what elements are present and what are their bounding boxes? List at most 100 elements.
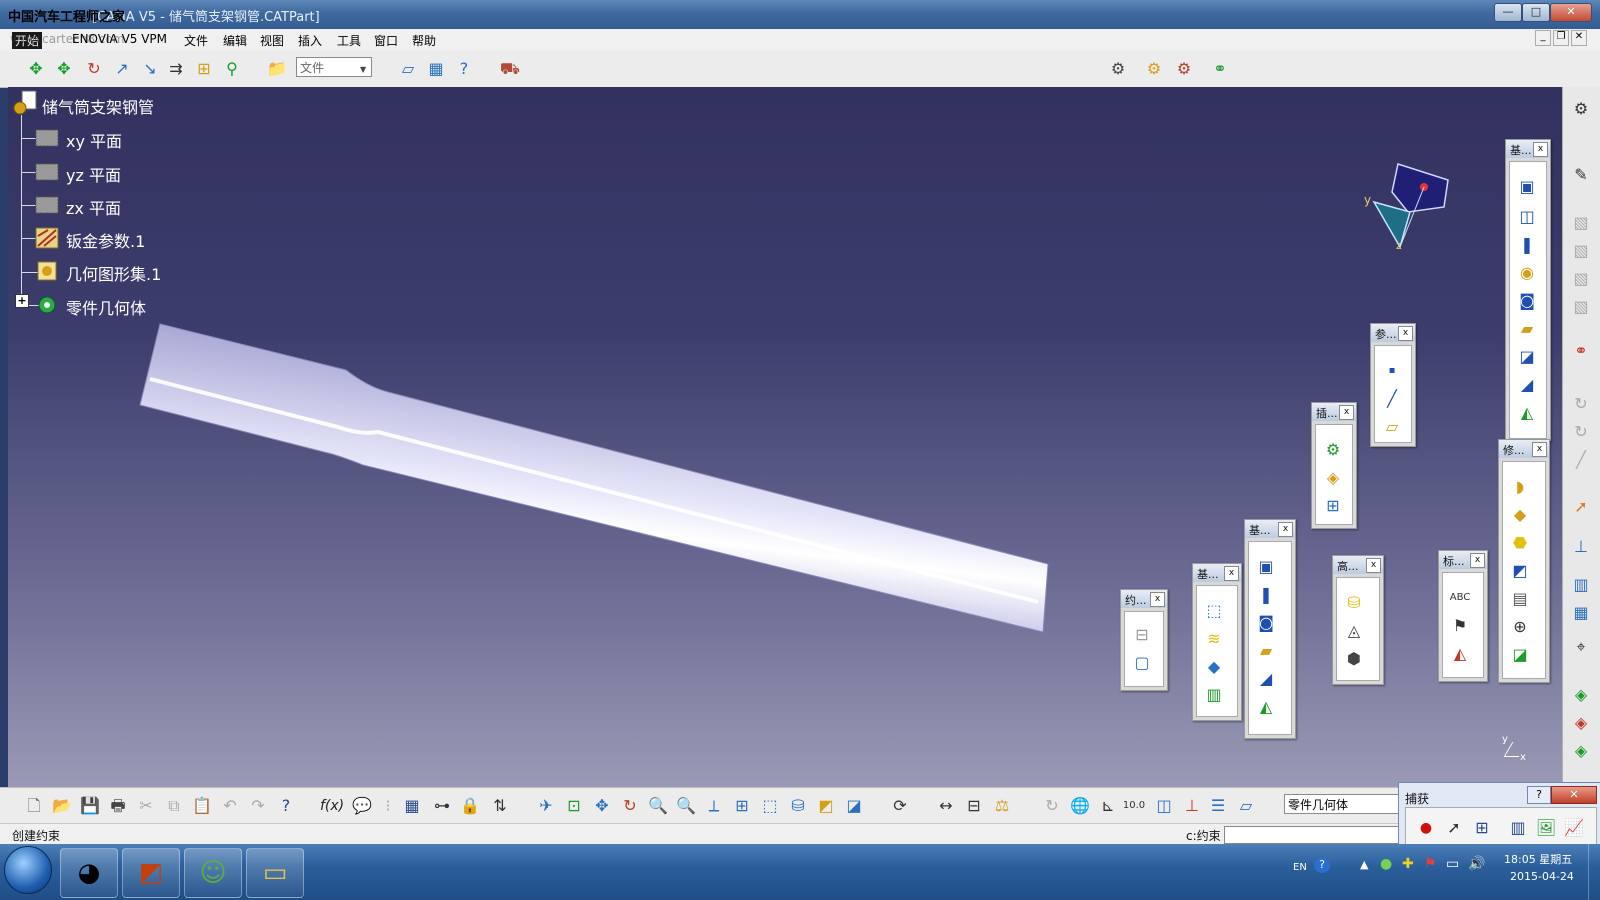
book-icon[interactable]: ▥ (1203, 684, 1225, 706)
ordered-set-icon[interactable]: ⊞ (1322, 495, 1344, 517)
pad-icon[interactable]: ▣ (1255, 556, 1277, 578)
offset-icon[interactable]: ⇉ (164, 57, 188, 81)
paste-icon[interactable]: 📋 (190, 794, 214, 818)
menu-insert[interactable]: 插入 (298, 32, 322, 49)
tree-item-geometrical-set[interactable]: 几何图形集.1 (66, 261, 161, 285)
knowledge-icon[interactable]: ⛟ (498, 57, 522, 81)
command-input[interactable] (1224, 826, 1400, 844)
loft-icon[interactable]: ◭ (1255, 696, 1277, 718)
3d-annotation-icon[interactable]: ◭ (1449, 643, 1471, 665)
plane-icon[interactable]: ▱ (1381, 416, 1403, 438)
link-icon[interactable]: ⚭ (1208, 57, 1232, 81)
shading-icon[interactable]: ⛁ (786, 794, 810, 818)
iso-view-icon[interactable]: ⬚ (758, 794, 782, 818)
assembly-icon[interactable]: ⚙ (1106, 57, 1130, 81)
tree-root-label[interactable]: 储气筒支架钢管 (42, 94, 154, 118)
plane-icon[interactable] (34, 160, 60, 184)
menu-edit[interactable]: 编辑 (223, 32, 247, 49)
layer-icon[interactable]: ◫ (1152, 794, 1176, 818)
open-folder-icon[interactable]: 📁 (265, 57, 289, 81)
constraint-display-icon[interactable]: ⊥ (1180, 794, 1204, 818)
update-icon[interactable]: ⟳ (888, 794, 912, 818)
clock-date[interactable]: 2015-04-24 (1510, 870, 1574, 883)
disabled-tool-icon[interactable]: ↻ (1569, 392, 1593, 416)
groove-icon[interactable]: ◉ (1516, 262, 1538, 284)
minimize-button[interactable]: — (1494, 3, 1522, 22)
rotate-view-icon[interactable]: ↻ (618, 794, 642, 818)
component-icon[interactable]: ⚙ (1172, 57, 1196, 81)
catalog-icon[interactable]: ▱ (396, 57, 420, 81)
measure-item-icon[interactable]: ⊟ (962, 794, 986, 818)
work-object-icon[interactable]: ▱ (1234, 794, 1258, 818)
chamfer-icon[interactable]: ◆ (1509, 504, 1531, 526)
catia-app-icon[interactable]: ◩ (122, 848, 180, 898)
cut-icon[interactable]: ✂ (134, 794, 158, 818)
palette-close-button[interactable]: x (1150, 592, 1165, 607)
3d-viewport[interactable]: 储气筒支架钢管 xy 平面 yz 平面 zx 平面 钣金参数.1 几何图形集.1… (8, 87, 1562, 787)
undo-icon[interactable]: ↶ (218, 794, 242, 818)
palette-close-button[interactable]: x (1339, 405, 1354, 420)
shell-icon[interactable]: ◩ (1509, 560, 1531, 582)
point-icon[interactable]: ▪ (1381, 360, 1403, 382)
palette-close-button[interactable]: x (1366, 558, 1381, 573)
measure-icon[interactable]: ↗ (110, 57, 134, 81)
palette-title[interactable]: 约... x (1121, 590, 1167, 608)
graph-icon[interactable]: 📈 (1562, 816, 1586, 840)
tree-item-xy-plane[interactable]: xy 平面 (66, 128, 122, 152)
repeat-icon[interactable]: ↻ (1040, 794, 1064, 818)
tree-item-part-body[interactable]: 零件几何体 (66, 295, 146, 319)
palette-title[interactable]: 插... x (1312, 403, 1356, 421)
geometrical-set-icon[interactable] (34, 259, 60, 283)
constraint-icon[interactable]: ⊟ (1131, 624, 1153, 646)
wechat-tray-icon[interactable]: ● (1380, 856, 1392, 872)
help-tray-icon[interactable]: ? (1314, 857, 1330, 873)
palette-title[interactable]: 基... x (1506, 140, 1550, 158)
formula-icon[interactable]: f(x) (320, 794, 344, 818)
pocket-icon[interactable]: ◫ (1516, 206, 1538, 228)
palette-title[interactable]: 修... x (1499, 440, 1549, 458)
axis-icon[interactable]: ⊾ (1096, 794, 1120, 818)
clock-time[interactable]: 18:05 星期五 (1504, 851, 1572, 867)
rib-icon[interactable]: ▰ (1255, 640, 1277, 662)
solid-icon[interactable]: ⬢ (1343, 648, 1365, 670)
sketch-icon[interactable]: ✎ (1569, 163, 1593, 187)
select-cursor-icon[interactable]: ➚ (1569, 495, 1593, 519)
product-icon[interactable]: ⚙ (1142, 57, 1166, 81)
globe-icon[interactable]: 🌐 (1068, 794, 1092, 818)
part-body-icon[interactable] (34, 293, 60, 317)
slot-icon[interactable]: ◪ (1516, 346, 1538, 368)
part-document-icon[interactable] (12, 90, 40, 116)
album-icon[interactable]: ▥ (1506, 816, 1530, 840)
record-icon[interactable]: ● (1414, 816, 1438, 840)
doc-restore-button[interactable]: ❐ (1553, 30, 1569, 46)
disabled-tool-icon[interactable]: ▧ (1569, 239, 1593, 263)
file-explorer-icon[interactable]: ▭ (246, 848, 304, 898)
palette-close-button[interactable]: x (1532, 442, 1547, 457)
stiffener-icon[interactable]: ◢ (1255, 668, 1277, 690)
box-icon[interactable]: ⬚ (1203, 600, 1225, 622)
menu-enovia[interactable]: ENOVIA V5 VPM (72, 32, 167, 46)
axis-system-icon[interactable]: ⊥ (1569, 535, 1593, 559)
scan-icon[interactable]: ◈ (1569, 683, 1593, 707)
flag-note-icon[interactable]: ⚑ (1449, 615, 1471, 637)
draft-icon[interactable]: ⬣ (1509, 532, 1531, 554)
eraser-icon[interactable]: ◆ (1203, 656, 1225, 678)
bars-icon[interactable]: ▥ (1569, 573, 1593, 597)
shaft-icon[interactable]: ❚ (1255, 584, 1277, 606)
manipulate-icon[interactable]: ⚲ (220, 57, 244, 81)
multi-view-icon[interactable]: ⊞ (730, 794, 754, 818)
show-hidden-icons[interactable]: ▲ (1360, 858, 1368, 871)
render-icon[interactable]: ◈ (1569, 739, 1593, 763)
target-icon[interactable]: ⌖ (1569, 635, 1593, 659)
zoom-in-icon[interactable]: 🔍 (646, 794, 670, 818)
volume-tray-icon[interactable]: 🔊 (1468, 856, 1485, 872)
snap-icon[interactable]: ✥ (52, 57, 76, 81)
pan-icon[interactable]: ✥ (590, 794, 614, 818)
fillet-icon[interactable]: ◗ (1509, 476, 1531, 498)
surface-icon[interactable]: ◬ (1343, 620, 1365, 642)
save-icon[interactable]: 💾 (78, 794, 102, 818)
palette-title[interactable]: 参... x (1371, 324, 1415, 342)
sheetmetal-parameters-icon[interactable] (34, 226, 60, 250)
close-button[interactable]: ✕ (1550, 3, 1592, 22)
palette-close-button[interactable]: x (1533, 142, 1548, 157)
